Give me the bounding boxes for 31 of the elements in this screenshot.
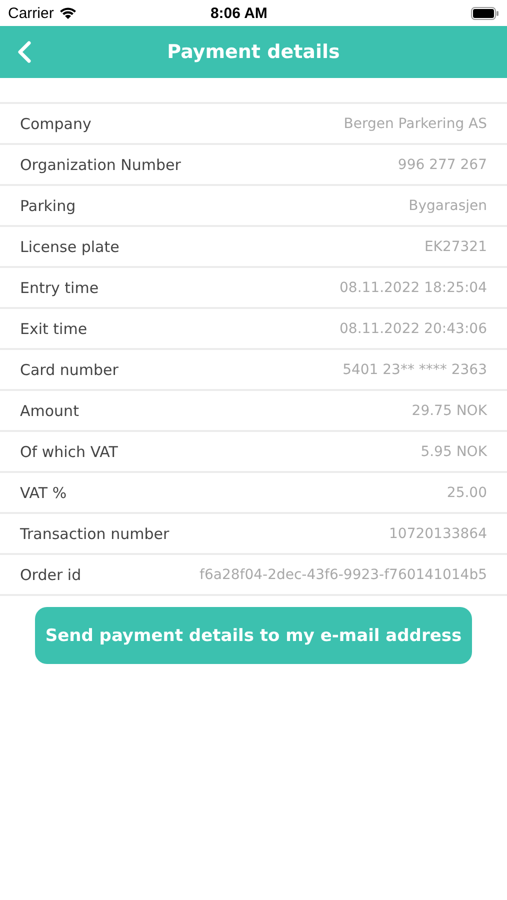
detail-label: License plate [20, 238, 120, 256]
detail-value: 10720133864 [389, 526, 487, 542]
detail-value: 5401 23** **** 2363 [342, 362, 487, 378]
detail-value: 29.75 NOK [412, 402, 487, 418]
detail-label: Parking [20, 196, 76, 214]
detail-value: Bygarasjen [408, 198, 487, 214]
detail-label: Card number [20, 360, 118, 378]
detail-label: Exit time [20, 320, 88, 338]
header-title: Payment details [167, 41, 340, 63]
detail-value: 08.11.2022 20:43:06 [340, 320, 487, 336]
detail-label: Of which VAT [20, 442, 118, 460]
detail-label: Entry time [20, 278, 99, 296]
detail-label: Amount [20, 402, 79, 420]
detail-label: VAT % [20, 484, 67, 502]
detail-value: 5.95 NOK [420, 444, 487, 460]
carrier-label: Carrier [8, 4, 54, 22]
detail-value: EK27321 [424, 238, 487, 254]
detail-label: Transaction number [20, 524, 170, 542]
detail-value: Bergen Parkering AS [344, 116, 487, 132]
detail-label: Organization Number [20, 156, 181, 174]
back-icon[interactable] [16, 40, 32, 64]
detail-value: 25.00 [446, 484, 487, 500]
send-email-button[interactable]: Send payment details to my e-mail address [35, 607, 472, 664]
detail-value: 08.11.2022 18:25:04 [340, 280, 487, 296]
status-time: 8:06 AM [209, 4, 268, 22]
detail-value: f6a28f04-2dec-43f6-9923-f760141014b5 [200, 566, 487, 582]
detail-label: Company [20, 114, 92, 132]
detail-label: Order id [20, 566, 82, 584]
wifi-icon [58, 6, 77, 20]
detail-value: 996 277 267 [398, 156, 487, 172]
battery-icon [471, 6, 499, 20]
